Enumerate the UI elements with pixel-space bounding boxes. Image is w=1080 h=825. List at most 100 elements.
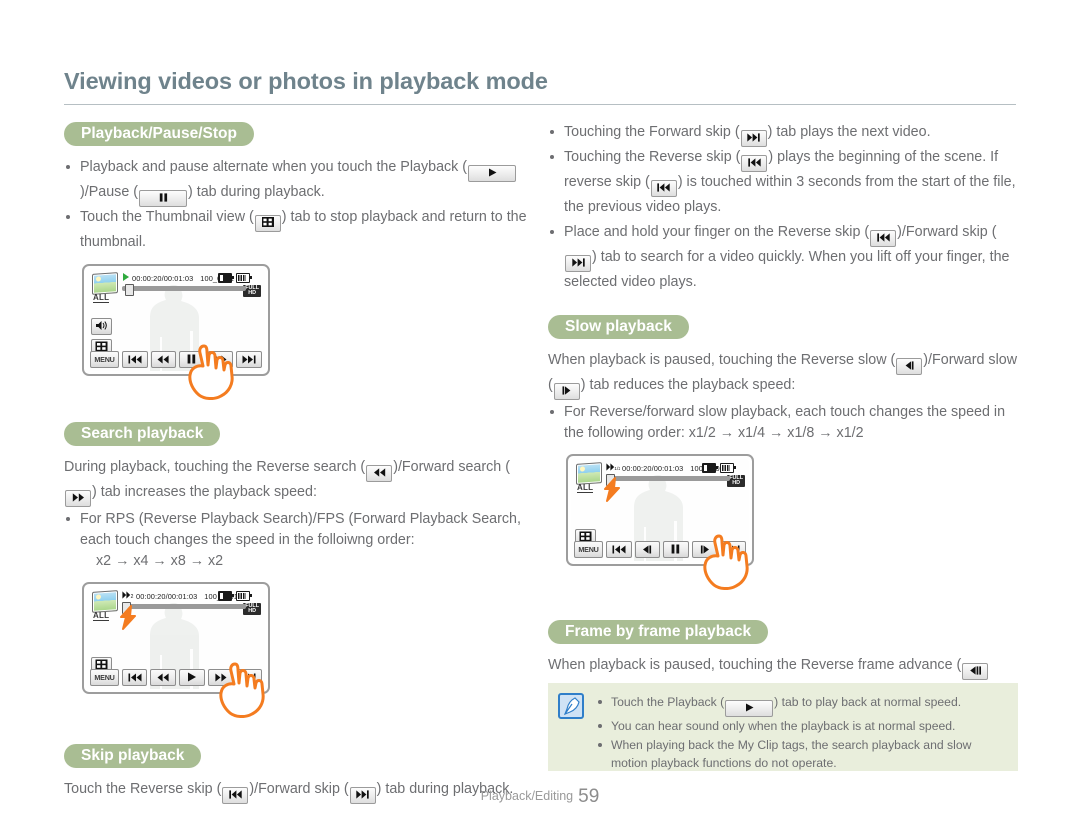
- right-column: Touching the Forward skip () tab plays t…: [548, 122, 1018, 728]
- battery-full-icon: [720, 463, 736, 474]
- section-heading-playback-pause-stop: Playback/Pause/Stop: [64, 122, 534, 146]
- lcd-control-bar: MENU: [90, 668, 263, 686]
- left-column: Playback/Pause/Stop Playback and pause a…: [64, 122, 534, 806]
- reverse-search-icon: [366, 465, 393, 482]
- menu-button[interactable]: MENU: [90, 668, 119, 686]
- lcd-mode-label: ALL: [577, 483, 594, 493]
- footer-page-number: 59: [578, 786, 600, 807]
- lcd-status-text: 00:00:20/00:01:03100_0001: [122, 273, 262, 284]
- svg-text:2: 2: [131, 594, 134, 599]
- section-heading-slow-playback: Slow playback: [548, 315, 1018, 339]
- forward-search-icon[interactable]: [207, 350, 234, 368]
- list-item: You can hear sound only when the playbac…: [596, 717, 1006, 736]
- heading-pill-label: Search playback: [64, 422, 221, 446]
- list-item: Touching the Forward skip () tab plays t…: [548, 122, 1018, 147]
- heading-pill-label: Frame by frame playback: [548, 620, 769, 644]
- list-item: Touch the Playback ( ) tab to play back a…: [596, 693, 1006, 717]
- play-icon[interactable]: [178, 668, 206, 686]
- forward-skip-icon: [565, 255, 591, 272]
- text-run: For RPS (Reverse Playback Search)/FPS (F…: [80, 511, 521, 548]
- play-icon: [468, 165, 517, 182]
- forward-search-icon: [65, 490, 91, 507]
- forward-skip-icon[interactable]: [236, 350, 262, 368]
- note-bullets: Touch the Playback ( ) tab to play back a…: [596, 693, 1006, 773]
- text-run: ) tab to play back at normal speed.: [774, 695, 962, 709]
- forward-skip-icon: [740, 130, 767, 147]
- lcd-timecode: 00:00:20/00:01:03: [132, 273, 194, 283]
- reverse-slow-icon[interactable]: [635, 540, 660, 558]
- lcd-mode-label: ALL: [93, 293, 110, 303]
- text-run: )/Forward search (: [393, 459, 510, 475]
- text-run: ) tab to search for a video quickly. Whe…: [564, 249, 1010, 290]
- lcd-control-bar: MENU: [574, 540, 746, 558]
- section-heading-frame-by-frame: Frame by frame playback: [548, 620, 1018, 644]
- list-item: Touch the Thumbnail view () tab to stop …: [64, 207, 534, 253]
- list-item: For Reverse/forward slow playback, each …: [548, 402, 1018, 444]
- reverse-skip-icon: [741, 155, 768, 172]
- text-run: When playing back the My Clip tags, the …: [611, 737, 972, 771]
- text-run: ) tab increases the playback speed:: [92, 484, 317, 500]
- forward-slow-icon: [553, 383, 580, 400]
- text-run: For Reverse/forward slow playback, each …: [564, 404, 1006, 441]
- play-icon: [725, 700, 774, 717]
- pause-icon: [139, 190, 188, 207]
- playback-progress-bar[interactable]: [606, 473, 730, 486]
- playback-progress-bar[interactable]: [122, 601, 246, 614]
- playback-progress-knob[interactable]: [125, 283, 134, 296]
- playback-screen-slow: ALL 1/2 00:00:20/00:01:03100_0001 FULLHD: [566, 454, 754, 590]
- battery-full-icon: [236, 591, 252, 602]
- text-run: Touching the Forward skip (: [564, 124, 740, 140]
- speaker-icon[interactable]: [91, 318, 112, 335]
- text-run: When playback is paused, touching the Re…: [548, 657, 962, 673]
- list-item: Playback and pause alternate when you to…: [64, 157, 534, 207]
- battery-half-icon: [701, 463, 718, 474]
- reverse-skip-icon[interactable]: [122, 350, 148, 368]
- lcd-status-bar: ALL 00:00:20/00:01:03100_0001 FULLHD: [92, 272, 262, 303]
- playback-progress-knob[interactable]: [606, 473, 615, 486]
- playback-screen-paused: ALL 00:00:20/00:01:03100_0001 FULLHD: [82, 264, 270, 400]
- menu-button[interactable]: MENU: [90, 350, 119, 368]
- title-divider: [64, 104, 1016, 105]
- heading-pill-label: Skip playback: [64, 744, 202, 768]
- photo-thumbnail-icon: [92, 590, 118, 613]
- pause-icon[interactable]: [662, 540, 690, 558]
- search-playback-paragraph: During playback, touching the Reverse se…: [64, 457, 534, 507]
- thumbnail-view-icon: [254, 215, 281, 232]
- forward-search-icon[interactable]: [208, 668, 234, 686]
- lcd-status-bar: ALL 1/2 00:00:20/00:01:03100_0001 FULLHD: [576, 462, 746, 493]
- playback-progress-bar[interactable]: [122, 283, 246, 296]
- manual-page: Viewing videos or photos in playback mod…: [0, 0, 1080, 825]
- reverse-slow-icon: [896, 358, 923, 375]
- forward-skip-icon[interactable]: [719, 540, 746, 558]
- reverse-search-icon[interactable]: [150, 350, 177, 368]
- pause-icon[interactable]: [179, 350, 205, 368]
- lcd-wrapper-slow: ALL 1/2 00:00:20/00:01:03100_0001 FULLHD: [566, 454, 1018, 590]
- lcd-wrapper-playing: ALL 00:00:20/00:01:03100_0001 FULLHD: [82, 264, 534, 400]
- playback-progress-knob[interactable]: [122, 601, 131, 614]
- text-run: Playback and pause alternate when you to…: [80, 159, 468, 175]
- note-pen-icon: [558, 693, 584, 719]
- text-run: ) tab reduces the playback speed:: [580, 377, 796, 393]
- section-heading-search-playback: Search playback: [64, 422, 534, 446]
- forward-slow-x12-icon: 1/2: [606, 463, 621, 473]
- battery-full-icon: [236, 273, 252, 284]
- text-run: When playback is paused, touching the Re…: [548, 352, 896, 368]
- slow-playback-bullets: For Reverse/forward slow playback, each …: [548, 402, 1018, 444]
- heading-pill-label: Playback/Pause/Stop: [64, 122, 254, 146]
- battery-half-icon: [217, 591, 234, 602]
- text-run: Touch the Playback (: [611, 695, 725, 709]
- reverse-skip-icon[interactable]: [122, 668, 148, 686]
- note-box: Touch the Playback ( ) tab to play back a…: [548, 683, 1018, 771]
- menu-button[interactable]: MENU: [574, 540, 603, 558]
- reverse-skip-icon[interactable]: [606, 540, 633, 558]
- lcd-mode-label: ALL: [93, 611, 110, 621]
- playback-pause-stop-bullets: Playback and pause alternate when you to…: [64, 157, 534, 253]
- text-run: You can hear sound only when the playbac…: [611, 719, 956, 733]
- page-title: Viewing videos or photos in playback mod…: [64, 68, 548, 94]
- list-item: Touching the Reverse skip () plays the b…: [548, 147, 1018, 218]
- play-icon: [122, 273, 130, 283]
- forward-slow-icon[interactable]: [692, 540, 717, 558]
- forward-skip-icon[interactable]: [236, 668, 263, 686]
- text-run: )/Forward skip (: [897, 224, 997, 240]
- reverse-search-icon[interactable]: [150, 668, 176, 686]
